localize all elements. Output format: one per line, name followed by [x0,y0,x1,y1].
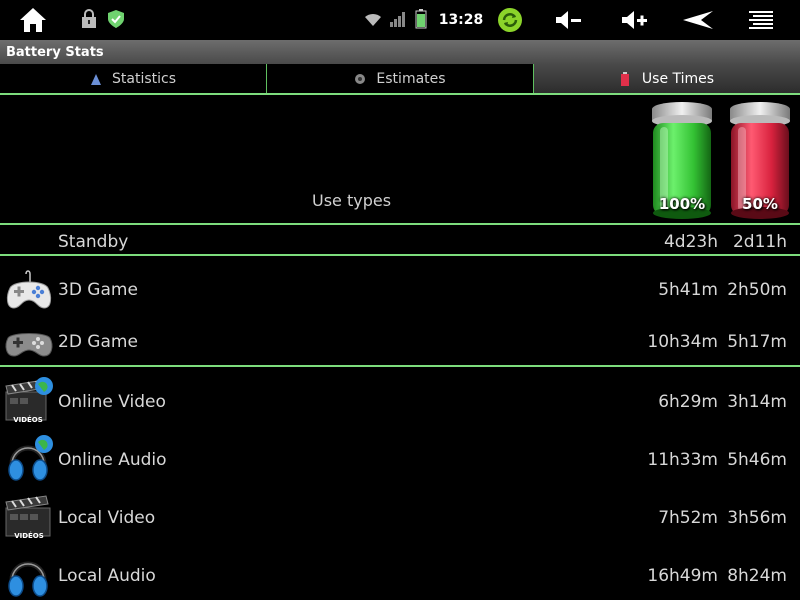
row-value-full: 5h41m [658,280,718,300]
table-row[interactable]: 2D Game 10h34m 5h17m [0,316,800,366]
row-value-full: 6h29m [658,392,718,412]
video-globe-icon: VIDÉOS [4,376,54,426]
row-label: Online Video [58,392,166,412]
app-title-bar: Battery Stats [0,40,800,64]
row-value-half: 3h14m [727,392,787,412]
home-icon[interactable] [14,4,52,36]
app-title: Battery Stats [6,44,104,60]
battery-icon [414,8,428,30]
wifi-icon [362,9,384,29]
status-time: 13:28 [438,12,484,28]
row-value-half: 2d11h [732,232,787,252]
row-value-half: 8h24m [727,566,787,586]
status-bar: 13:28 [0,0,800,40]
row-value-half: 2h50m [727,280,787,300]
headphones-globe-icon [4,434,54,484]
row-label: Standby [58,232,129,252]
lock-icon [80,8,98,30]
row-label: Local Audio [58,566,156,586]
video-icon-caption: VIDÉOS [13,416,43,424]
row-value-full: 4d23h [663,232,718,252]
row-value-full: 11h33m [647,450,718,470]
white-gamepad-icon [4,266,54,316]
tab-use-times[interactable]: Use Times [534,64,800,93]
table-row[interactable]: Online Audio 11h33m 5h46m [0,432,800,488]
tab-statistics[interactable]: Statistics [0,64,267,93]
section-divider [0,254,800,256]
tab-bar: Statistics Estimates Use Times [0,64,800,95]
volume-down-icon[interactable] [552,8,586,32]
estimate-icon [354,72,366,86]
row-value-half: 5h46m [727,450,787,470]
video-icon-caption: VIDÉOS [14,532,44,540]
row-value-full: 16h49m [647,566,718,586]
signal-icon [388,9,408,29]
use-types-label: Use types [312,191,392,210]
battery-half-label: 50% [742,195,778,213]
row-value-half: 5h17m [727,332,787,352]
headphones-icon [4,550,54,600]
battery-full-label: 100% [658,195,706,213]
table-row[interactable]: Standby 4d23h 2d11h [0,226,800,254]
volume-up-icon[interactable] [618,8,652,32]
battery-red-icon [620,71,632,86]
battery-half-icon: 50% [728,101,792,221]
table-row[interactable]: VIDÉOS Local Video 7h52m 3h56m [0,490,800,546]
row-value-full: 7h52m [658,508,718,528]
tab-label: Use Times [641,70,715,87]
battery-full-icon: 100% [650,101,714,221]
table-header: Use types 100% 50% [0,95,800,223]
row-label: 3D Game [58,280,138,300]
row-label: 2D Game [58,332,138,352]
section-divider [0,365,800,367]
chart-icon [90,72,102,86]
shield-icon [106,8,126,30]
tab-label: Statistics [112,70,176,87]
grey-gamepad-icon [4,316,54,366]
row-label: Online Audio [58,450,167,470]
back-icon[interactable] [680,8,716,32]
header-divider [0,223,800,225]
table-row[interactable]: VIDÉOS Online Video 6h29m 3h14m [0,374,800,430]
table-row[interactable]: 3D Game 5h41m 2h50m [0,264,800,316]
row-value-full: 10h34m [647,332,718,352]
table-row[interactable]: Local Audio 16h49m 8h24m [0,548,800,600]
sync-icon [496,6,524,34]
menu-icon[interactable] [746,8,776,32]
row-value-half: 3h56m [727,508,787,528]
row-label: Local Video [58,508,156,528]
tab-estimates[interactable]: Estimates [267,64,534,93]
video-icon: VIDÉOS [4,492,54,542]
tab-label: Estimates [376,70,446,87]
